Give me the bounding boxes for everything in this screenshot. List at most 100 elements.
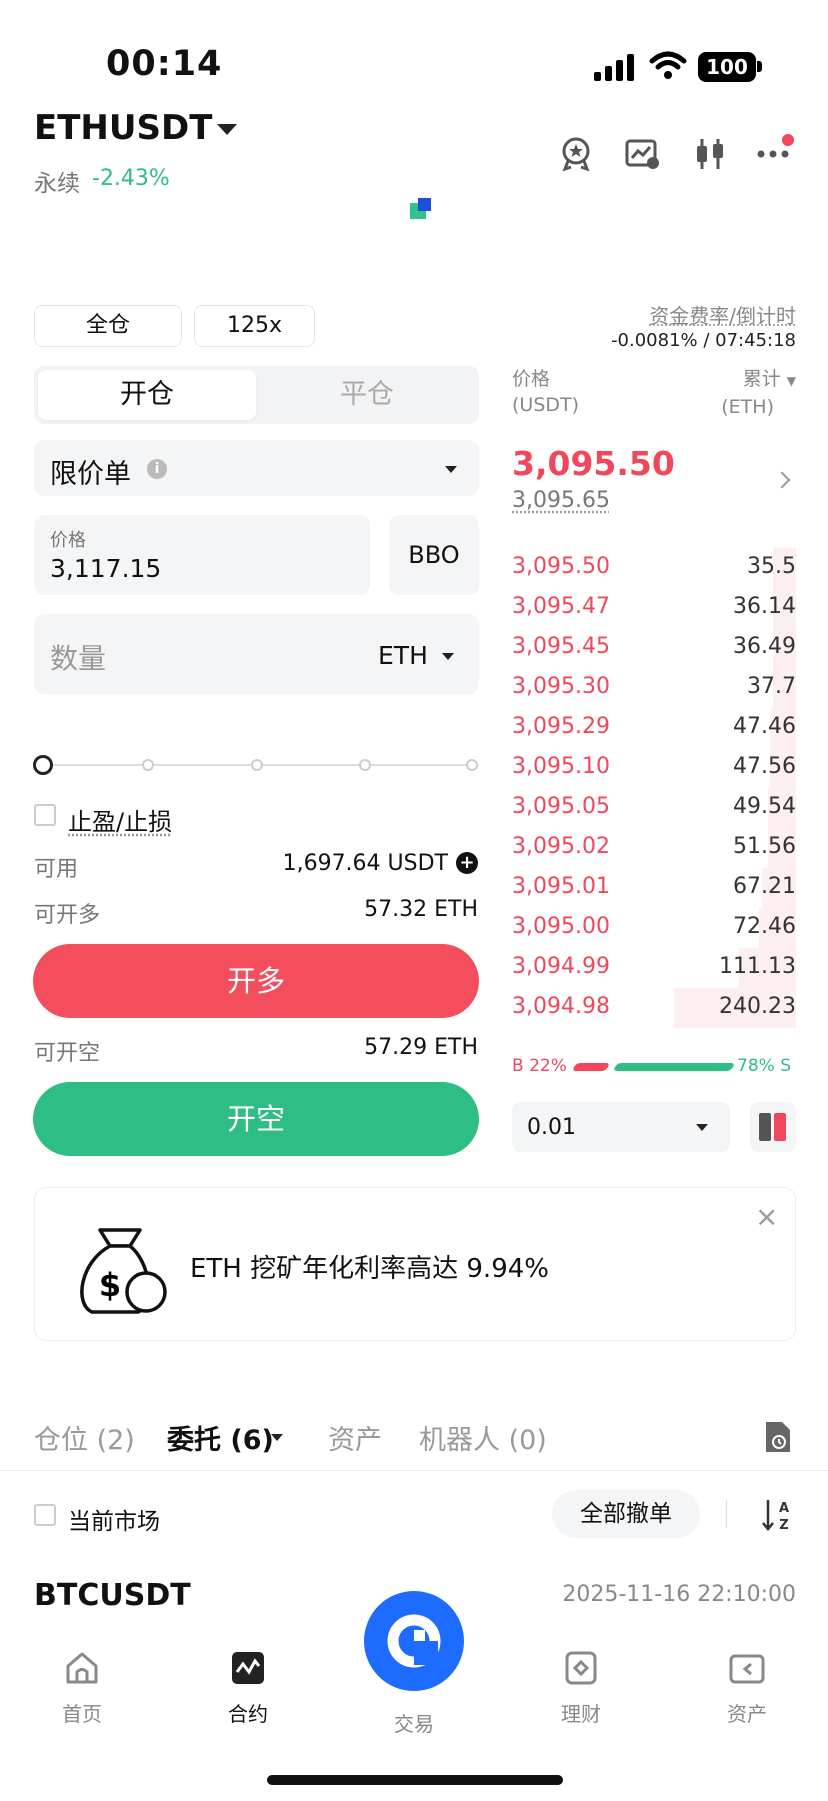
notification-dot bbox=[782, 134, 794, 146]
chevron-down-icon bbox=[445, 466, 457, 473]
tab-divider bbox=[0, 1470, 828, 1471]
chart-settings-icon[interactable] bbox=[625, 136, 661, 172]
battery-tip bbox=[757, 61, 762, 72]
home-icon bbox=[66, 1652, 98, 1684]
funding-rate-value: -0.0081% / 07:45:18 bbox=[611, 330, 796, 351]
orderbook-row[interactable]: 3,095.02 51.56 bbox=[512, 828, 796, 868]
order-history-icon[interactable] bbox=[762, 1420, 792, 1454]
slider-tick-100[interactable] bbox=[466, 759, 478, 771]
orderbook-layout-icon bbox=[759, 1113, 786, 1141]
battery-icon: 100 bbox=[698, 52, 756, 82]
orderbook-row[interactable]: 3,095.45 36.49 bbox=[512, 628, 796, 668]
nav-home[interactable]: 首页 bbox=[32, 1650, 132, 1727]
orderbook-row[interactable]: 3,095.00 72.46 bbox=[512, 908, 796, 948]
nav-trade[interactable]: 交易 bbox=[364, 1700, 464, 1737]
open-short-button[interactable]: 开空 bbox=[33, 1082, 479, 1156]
tab-orders[interactable]: 委托 (6) bbox=[167, 1418, 274, 1457]
orderbook-row[interactable]: 3,095.01 67.21 bbox=[512, 868, 796, 908]
orderbook-row[interactable]: 3,095.50 35.5 bbox=[512, 548, 796, 588]
orderbook-row[interactable]: 3,095.10 47.56 bbox=[512, 748, 796, 788]
sell-ratio: 78% S bbox=[737, 1056, 791, 1076]
bbo-button[interactable]: BBO bbox=[389, 515, 479, 595]
orderbook-row[interactable]: 3,095.29 47.46 bbox=[512, 708, 796, 748]
funding-rate-label[interactable]: 资金费率/倒计时 bbox=[560, 300, 796, 329]
cellular-signal-icon bbox=[594, 54, 634, 81]
home-indicator bbox=[267, 1775, 563, 1785]
symbol-title[interactable]: ETHUSDT bbox=[34, 108, 212, 148]
trade-icon bbox=[387, 1614, 441, 1668]
tab-open-position[interactable]: 开仓 bbox=[38, 370, 256, 420]
cancel-all-button[interactable]: 全部撤单 bbox=[552, 1490, 700, 1538]
chevron-down-icon bbox=[442, 653, 454, 660]
precision-value: 0.01 bbox=[527, 1115, 576, 1140]
price-change: -2.43% bbox=[92, 166, 170, 191]
open-long-button[interactable]: 开多 bbox=[33, 944, 479, 1018]
nav-assets[interactable]: 资产 bbox=[697, 1650, 797, 1727]
info-icon[interactable]: i bbox=[147, 459, 167, 479]
orderbook-layout-button[interactable] bbox=[750, 1102, 796, 1152]
tpsl-checkbox[interactable] bbox=[34, 804, 56, 826]
current-market-checkbox[interactable] bbox=[34, 1504, 56, 1526]
orderbook-row[interactable]: 3,095.05 49.54 bbox=[512, 788, 796, 828]
nav-futures[interactable]: 合约 bbox=[198, 1650, 298, 1727]
margin-mode-button[interactable]: 全仓 bbox=[34, 305, 182, 347]
tpsl-label[interactable]: 止盈/止损 bbox=[68, 802, 172, 837]
price-input-label: 价格 bbox=[50, 530, 86, 551]
slider-tick-50[interactable] bbox=[251, 759, 263, 771]
order-type-label: 限价单 bbox=[50, 459, 131, 490]
orderbook-row[interactable]: 3,094.99 111.13 bbox=[512, 948, 796, 988]
last-price: 3,095.50 bbox=[512, 444, 675, 483]
available-label: 可用 bbox=[34, 857, 79, 882]
buy-ratio: B 22% bbox=[512, 1056, 567, 1076]
tab-bots[interactable]: 机器人 (0) bbox=[419, 1418, 547, 1457]
candlestick-icon[interactable] bbox=[692, 136, 728, 172]
chevron-down-icon[interactable] bbox=[271, 1434, 283, 1441]
orderbook-qty-header[interactable]: 累计 ▼ (ETH) bbox=[690, 366, 796, 420]
short-max-value: 57.29 ETH bbox=[364, 1035, 478, 1060]
leverage-button[interactable]: 125x bbox=[194, 305, 315, 347]
long-max-label: 可开多 bbox=[34, 903, 101, 928]
logo-mark-accent bbox=[418, 198, 431, 211]
contract-type: 永续 bbox=[34, 171, 80, 197]
short-max-label: 可开空 bbox=[34, 1041, 101, 1066]
slider-tick-25[interactable] bbox=[142, 759, 154, 771]
money-bag-icon: $ bbox=[80, 1228, 167, 1314]
orderbook-row[interactable]: 3,095.47 36.14 bbox=[512, 588, 796, 628]
quantity-placeholder[interactable]: 数量 bbox=[50, 637, 106, 677]
svg-text:Z: Z bbox=[779, 1518, 788, 1532]
tab-assets[interactable]: 资产 bbox=[328, 1418, 382, 1457]
available-value: 1,697.64 USDT bbox=[282, 851, 448, 876]
sell-ratio-bar bbox=[612, 1063, 736, 1071]
tab-close-position[interactable]: 平仓 bbox=[258, 370, 476, 420]
trade-fab[interactable] bbox=[364, 1591, 464, 1691]
long-max-value: 57.32 ETH bbox=[364, 897, 478, 922]
buy-ratio-bar bbox=[571, 1063, 611, 1071]
mark-price[interactable]: 3,095.65 bbox=[512, 488, 610, 513]
wallet-icon bbox=[729, 1654, 765, 1684]
close-icon[interactable]: × bbox=[755, 1200, 778, 1233]
orderbook-row[interactable]: 3,094.98 240.23 bbox=[512, 988, 796, 1028]
orderbook-price-header: 价格 (USDT) bbox=[512, 368, 580, 416]
svg-text:A: A bbox=[779, 1501, 789, 1516]
price-input-value[interactable]: 3,117.15 bbox=[50, 554, 161, 583]
divider bbox=[726, 1500, 727, 1528]
orderbook-row[interactable]: 3,095.30 37.7 bbox=[512, 668, 796, 708]
slider-tick-75[interactable] bbox=[359, 759, 371, 771]
symbol-dropdown-icon[interactable] bbox=[217, 124, 237, 135]
status-time: 00:14 bbox=[106, 44, 223, 84]
add-funds-icon[interactable]: + bbox=[456, 852, 478, 874]
quantity-slider-handle[interactable] bbox=[33, 755, 53, 775]
earn-icon bbox=[565, 1651, 597, 1685]
nav-earn[interactable]: 理财 bbox=[531, 1650, 631, 1727]
quantity-unit-select[interactable]: ETH bbox=[378, 641, 428, 670]
current-market-label[interactable]: 当前市场 bbox=[68, 1502, 160, 1536]
chevron-right-icon[interactable] bbox=[773, 471, 791, 489]
futures-icon bbox=[232, 1652, 264, 1684]
order-symbol[interactable]: BTCUSDT bbox=[34, 1578, 191, 1613]
promo-text: ETH 挖矿年化利率高达 9.94% bbox=[190, 1254, 549, 1284]
tab-positions[interactable]: 仓位 (2) bbox=[34, 1418, 135, 1457]
award-icon[interactable] bbox=[558, 136, 594, 172]
wifi-icon bbox=[649, 51, 687, 79]
chevron-down-icon bbox=[696, 1124, 708, 1131]
sort-icon[interactable]: A Z bbox=[760, 1498, 792, 1532]
